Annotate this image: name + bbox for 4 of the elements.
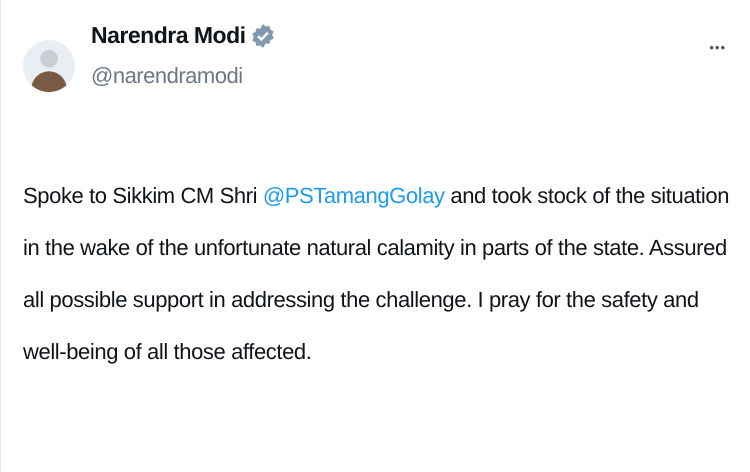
author-handle[interactable]: @narendramodi bbox=[91, 63, 690, 89]
more-options-button[interactable]: ••• bbox=[705, 36, 730, 59]
tweet-text: Spoke to Sikkim CM Shri @PSTamangGolay and took stock of the situation in the wake of the unfortunate natural calamity in parts of the state. Assured all possible support in addressing the challenge. I pray for the safety and well-being of all those affected. bbox=[23, 182, 730, 366]
author-name[interactable]: Narendra Modi bbox=[91, 22, 246, 49]
